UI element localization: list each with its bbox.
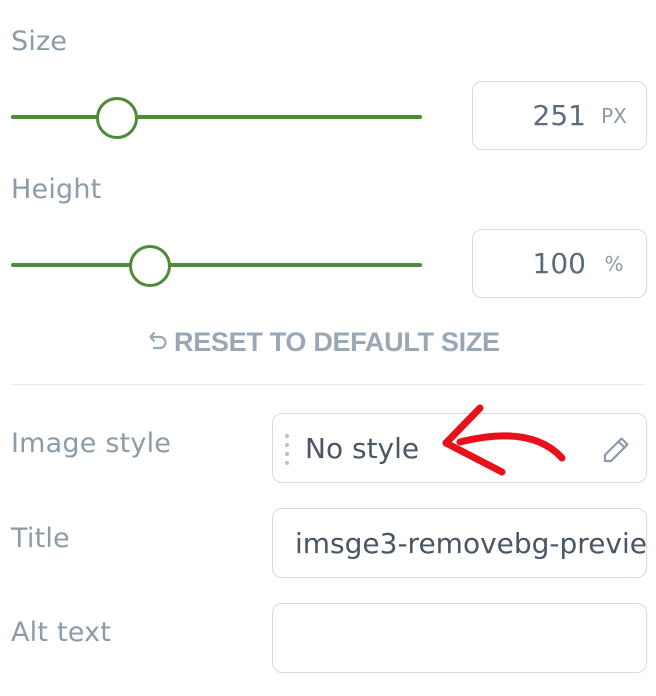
- image-style-selector[interactable]: No style: [272, 413, 647, 483]
- undo-icon: [146, 330, 170, 354]
- size-slider[interactable]: [11, 97, 422, 139]
- size-input[interactable]: 251 PX: [472, 81, 647, 150]
- height-unit: %: [604, 251, 624, 276]
- title-input[interactable]: imsge3-removebg-preview: [272, 508, 647, 578]
- title-label: Title: [11, 523, 70, 554]
- height-slider[interactable]: [11, 245, 422, 287]
- reset-size-label: RESET TO DEFAULT SIZE: [174, 326, 500, 357]
- size-label: Size: [11, 26, 68, 57]
- height-label: Height: [11, 174, 102, 205]
- pencil-icon[interactable]: [600, 434, 632, 466]
- size-value[interactable]: 251: [533, 82, 586, 149]
- height-slider-track[interactable]: [11, 263, 422, 267]
- size-unit: PX: [601, 103, 627, 128]
- alt-text-input[interactable]: [272, 603, 647, 673]
- height-slider-thumb[interactable]: [129, 245, 172, 287]
- image-style-value: No style: [305, 431, 420, 465]
- height-input[interactable]: 100 %: [472, 229, 647, 298]
- reset-size-button[interactable]: RESET TO DEFAULT SIZE: [146, 322, 500, 362]
- image-style-label: Image style: [11, 428, 172, 459]
- drag-handle-icon[interactable]: [284, 433, 290, 467]
- title-value[interactable]: imsge3-removebg-preview: [295, 509, 646, 577]
- size-slider-track[interactable]: [11, 115, 422, 119]
- size-slider-thumb[interactable]: [96, 97, 139, 139]
- alt-text-label: Alt text: [11, 617, 112, 648]
- height-value[interactable]: 100: [533, 230, 586, 297]
- divider: [11, 384, 645, 385]
